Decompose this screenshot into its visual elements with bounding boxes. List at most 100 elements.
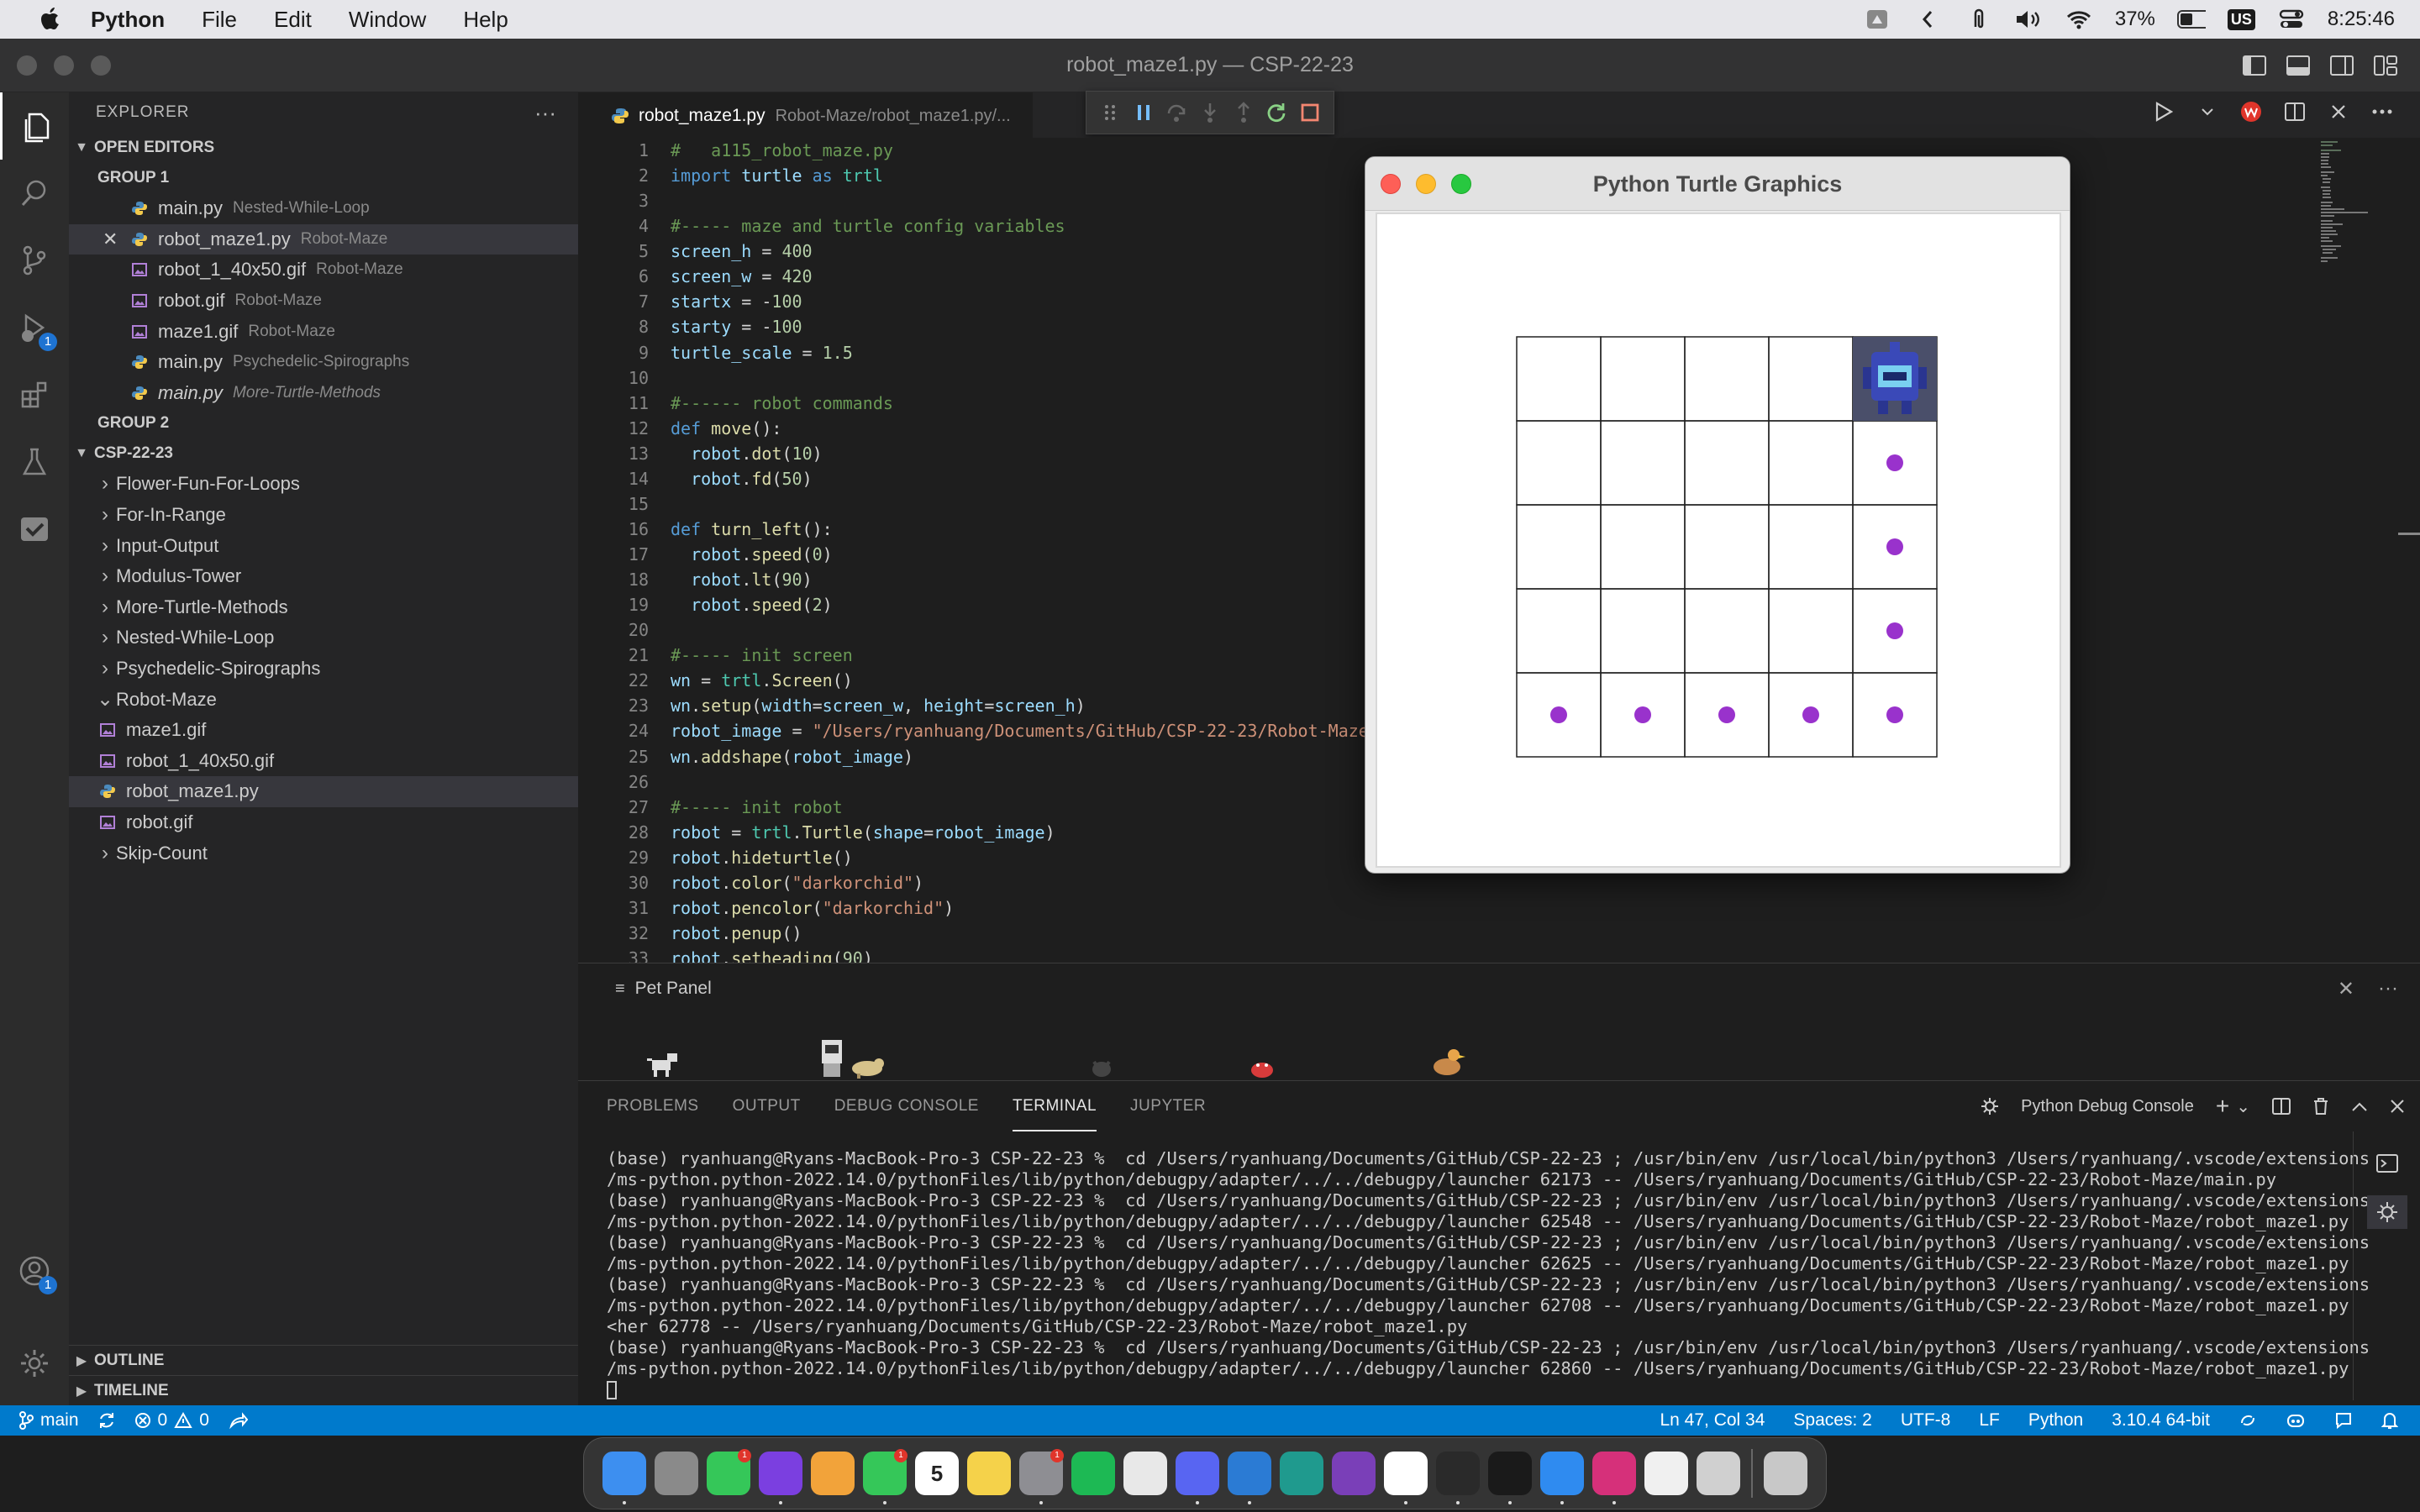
spotify-dock-item[interactable] — [1067, 1447, 1119, 1499]
vscode-dock-item[interactable] — [1223, 1447, 1276, 1504]
problems-status[interactable]: 0 0 — [134, 1410, 209, 1431]
more-actions-icon[interactable]: ··· — [2378, 977, 2398, 1001]
run-icon[interactable] — [2151, 99, 2176, 124]
customize-layout-icon[interactable] — [2373, 55, 2398, 76]
pause-icon[interactable] — [1131, 100, 1156, 125]
tab-jupyter[interactable]: JUPYTER — [1130, 1081, 1206, 1131]
discord-dock-item[interactable] — [1171, 1447, 1223, 1504]
chevron-left-icon[interactable] — [1913, 7, 1942, 32]
safari-tp-dock-item[interactable] — [755, 1447, 807, 1504]
close-icon[interactable]: ✕ — [103, 228, 121, 250]
toggle-panel-icon[interactable] — [2286, 55, 2311, 76]
encoding[interactable]: UTF-8 — [1901, 1410, 1951, 1431]
notifications-icon[interactable] — [2381, 1411, 2398, 1430]
code-line[interactable]: robot.color("darkorchid") — [671, 870, 1931, 895]
settings-sync-icon[interactable] — [2238, 1411, 2257, 1430]
activity-search[interactable] — [0, 160, 69, 227]
indentation[interactable]: Spaces: 2 — [1793, 1410, 1871, 1431]
apple-menu-icon[interactable] — [29, 0, 72, 39]
open-editor-item[interactable]: main.py More-Turtle-Methods — [69, 378, 578, 409]
step-over-icon[interactable] — [1164, 100, 1189, 125]
tab-debug-console[interactable]: DEBUG CONSOLE — [834, 1081, 979, 1131]
chrome-dock-item[interactable] — [1119, 1447, 1171, 1499]
close-panel-icon[interactable] — [2390, 1099, 2405, 1114]
terminal-profile[interactable]: Python Debug Console — [2021, 1097, 2194, 1116]
menu-help[interactable]: Help — [445, 0, 526, 39]
menu-file[interactable]: File — [183, 0, 255, 39]
wifi-icon[interactable] — [2065, 7, 2093, 32]
live-share-button[interactable] — [228, 1411, 248, 1430]
toggle-secondary-sidebar-icon[interactable] — [2329, 55, 2354, 76]
language-mode[interactable]: Python — [2028, 1410, 2083, 1431]
paperclip-icon[interactable] — [1964, 7, 1992, 32]
code-line[interactable]: robot.penup() — [671, 921, 1931, 946]
tab-output[interactable]: OUTPUT — [733, 1081, 801, 1131]
messages-dock-item[interactable]: 1 — [859, 1447, 911, 1504]
close-panel-icon[interactable]: ✕ — [2338, 977, 2354, 1001]
outline-header[interactable]: ▶ OUTLINE — [69, 1345, 578, 1375]
code-line[interactable]: robot.setheading(90) — [671, 946, 1931, 963]
folder-item[interactable]: ⌄ Robot-Maze — [69, 684, 578, 715]
clock[interactable]: 8:25:46 — [2328, 8, 2395, 31]
restart-icon[interactable] — [1264, 100, 1289, 125]
open-editor-item[interactable]: main.py Nested-While-Loop — [69, 193, 578, 224]
group2-label[interactable]: GROUP 2 — [69, 408, 578, 438]
file-item[interactable]: robot_maze1.py — [69, 776, 578, 807]
maximize-panel-icon[interactable] — [2351, 1100, 2368, 1112]
terminal-shell-icon[interactable] — [2367, 1147, 2407, 1180]
stop-icon[interactable] — [1297, 100, 1323, 125]
system-preferences-dock-item[interactable]: 1 — [1015, 1447, 1067, 1504]
close-window-button[interactable] — [17, 55, 37, 76]
duck-pet-icon[interactable] — [1428, 1045, 1467, 1079]
control-center-icon[interactable] — [2277, 7, 2306, 32]
split-terminal-icon[interactable] — [2272, 1098, 2291, 1115]
toggle-sidebar-icon[interactable] — [2242, 55, 2267, 76]
input-source[interactable]: US — [2227, 8, 2255, 30]
activity-extensions[interactable] — [0, 361, 69, 428]
cat-pet-icon[interactable] — [1089, 1053, 1114, 1079]
activity-manage[interactable] — [0, 1330, 69, 1397]
open-editor-item[interactable]: robot_1_40x50.gif Robot-Maze — [69, 255, 578, 286]
notes-dock-item[interactable] — [963, 1447, 1015, 1499]
zoom-window-button[interactable] — [91, 55, 111, 76]
activity-accounts[interactable]: 1 — [0, 1237, 69, 1305]
folder-item[interactable]: › For-In-Range — [69, 500, 578, 531]
sync-button[interactable] — [97, 1411, 116, 1430]
vscode-insiders-dock-item[interactable] — [1276, 1447, 1328, 1499]
file-item[interactable]: maze1.gif — [69, 715, 578, 746]
robot-pet-icon[interactable] — [815, 1037, 849, 1079]
terminal-output[interactable]: (base) ryanhuang@Ryans-MacBook-Pro-3 CSP… — [607, 1148, 2371, 1400]
volume-icon[interactable] — [2014, 7, 2043, 32]
trash-dock-item[interactable] — [1760, 1447, 1812, 1499]
activity-todo[interactable] — [0, 496, 69, 563]
line-ending[interactable]: LF — [1979, 1410, 2000, 1431]
copilot-icon[interactable] — [2286, 1411, 2306, 1430]
feedback-icon[interactable] — [2334, 1411, 2353, 1430]
code-line[interactable]: robot.pencolor("darkorchid") — [671, 895, 1931, 921]
calendar-dock-item[interactable]: 5 — [911, 1447, 963, 1499]
explorer-more-button[interactable]: ··· — [534, 100, 556, 126]
menu-window[interactable]: Window — [330, 0, 445, 39]
cursor-position[interactable]: Ln 47, Col 34 — [1660, 1410, 1765, 1431]
turtle-graphics-window[interactable]: Python Turtle Graphics — [1365, 156, 2070, 874]
folder-item[interactable]: › Psychedelic-Spirographs — [69, 654, 578, 685]
step-out-icon[interactable] — [1231, 100, 1256, 125]
group1-label[interactable]: GROUP 1 — [69, 163, 578, 193]
tab-robot-maze1[interactable]: robot_maze1.py Robot-Maze/robot_maze1.py… — [578, 92, 1033, 138]
finder-dock-item[interactable] — [598, 1447, 650, 1504]
new-terminal-icon[interactable]: + — [2216, 1093, 2229, 1120]
rocket-dock-item[interactable] — [1692, 1447, 1744, 1499]
activity-testing[interactable] — [0, 428, 69, 496]
folder-item[interactable]: › Modulus-Tower — [69, 561, 578, 592]
folder-item[interactable]: › Input-Output — [69, 530, 578, 561]
open-editors-header[interactable]: ▼ OPEN EDITORS — [69, 133, 578, 163]
activity-explorer[interactable] — [0, 92, 69, 160]
open-editor-item[interactable]: main.py Psychedelic-Spirographs — [69, 347, 578, 378]
facetime-dock-item[interactable]: 1 — [702, 1447, 755, 1499]
fox-pet-icon[interactable] — [849, 1053, 887, 1079]
turtle-canvas[interactable] — [1376, 213, 2061, 868]
chevron-down-icon[interactable]: ⌄ — [2236, 1096, 2250, 1117]
file-item[interactable]: robot.gif — [69, 807, 578, 838]
photos-dock-item[interactable] — [807, 1447, 859, 1499]
python-interpreter[interactable]: 3.10.4 64-bit — [2112, 1410, 2210, 1431]
